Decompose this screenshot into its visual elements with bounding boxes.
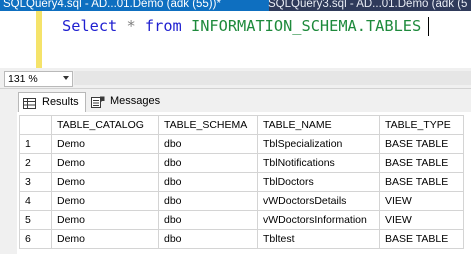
row-number[interactable]: 2 — [19, 153, 52, 173]
cell-table-schema[interactable]: dbo — [158, 229, 258, 249]
text-caret — [428, 17, 429, 36]
row-number[interactable]: 1 — [19, 134, 52, 154]
column-header-table-name[interactable]: TABLE_NAME — [257, 115, 380, 135]
cell-table-catalog[interactable]: Demo — [51, 172, 159, 192]
column-header-table-catalog[interactable]: TABLE_CATALOG — [51, 115, 159, 135]
cell-table-name[interactable]: vWDoctorsDetails — [257, 191, 380, 211]
tab-results-label: Results — [42, 96, 79, 108]
tab-messages[interactable]: Messages — [87, 92, 165, 111]
document-tab-strip: SQLQuery4.sql - AD...01.Demo (adk (55))*… — [0, 0, 471, 11]
sql-star: * — [126, 17, 136, 35]
tab-results[interactable]: Results — [18, 92, 86, 112]
tab-sqlquery3[interactable]: SQLQuery3.sql - AD...01.Demo (adk (5 — [265, 0, 471, 11]
cell-table-type[interactable]: BASE TABLE — [379, 172, 464, 192]
cell-table-catalog[interactable]: Demo — [51, 153, 159, 173]
results-grid-area: TABLE_CATALOG TABLE_SCHEMA TABLE_NAME TA… — [0, 112, 471, 254]
tab-messages-label: Messages — [110, 95, 161, 107]
sql-keyword-select: Select — [62, 17, 118, 35]
cell-table-name[interactable]: TblDoctors — [257, 172, 380, 192]
unsaved-change-bar — [36, 11, 42, 68]
table-row[interactable]: 5 Demo dbo vWDoctorsInformation VIEW — [19, 210, 464, 230]
cell-table-schema[interactable]: dbo — [158, 172, 258, 192]
row-number[interactable]: 5 — [19, 210, 52, 230]
horizontal-scrollbar[interactable] — [74, 71, 471, 85]
results-grid[interactable]: TABLE_CATALOG TABLE_SCHEMA TABLE_NAME TA… — [19, 115, 464, 249]
grid-left-margin — [0, 112, 17, 254]
cell-table-name[interactable]: TblSpecialization — [257, 134, 380, 154]
result-tabs: Results Messages — [0, 89, 471, 112]
zoom-value: 131 % — [8, 73, 38, 85]
cell-table-catalog[interactable]: Demo — [51, 210, 159, 230]
table-row[interactable]: 1 Demo dbo TblSpecialization BASE TABLE — [19, 134, 464, 154]
column-header-table-type[interactable]: TABLE_TYPE — [379, 115, 464, 135]
cell-table-schema[interactable]: dbo — [158, 134, 258, 154]
row-number[interactable]: 6 — [19, 229, 52, 249]
column-header-table-schema[interactable]: TABLE_SCHEMA — [158, 115, 258, 135]
cell-table-schema[interactable]: dbo — [158, 153, 258, 173]
cell-table-name[interactable]: TblNotifications — [257, 153, 380, 173]
sql-statement[interactable]: Select * from INFORMATION_SCHEMA.TABLES — [62, 15, 421, 37]
cell-table-type[interactable]: BASE TABLE — [379, 229, 464, 249]
cell-table-schema[interactable]: dbo — [158, 210, 258, 230]
cell-table-catalog[interactable]: Demo — [51, 134, 159, 154]
table-row[interactable]: 6 Demo dbo Tbltest BASE TABLE — [19, 229, 464, 249]
tab-sqlquery4[interactable]: SQLQuery4.sql - AD...01.Demo (adk (55))* — [0, 0, 269, 11]
cell-table-name[interactable]: vWDoctorsInformation — [257, 210, 380, 230]
cell-table-type[interactable]: VIEW — [379, 191, 464, 211]
cell-table-catalog[interactable]: Demo — [51, 229, 159, 249]
row-number[interactable]: 3 — [19, 172, 52, 192]
grid-header-row: TABLE_CATALOG TABLE_SCHEMA TABLE_NAME TA… — [19, 115, 464, 135]
sql-keyword-from: from — [144, 17, 182, 35]
row-number[interactable]: 4 — [19, 191, 52, 211]
cell-table-catalog[interactable]: Demo — [51, 191, 159, 211]
grid-corner-cell[interactable] — [19, 115, 52, 135]
zoom-select[interactable]: 131 % — [4, 71, 73, 87]
cell-table-type[interactable]: BASE TABLE — [379, 134, 464, 154]
table-row[interactable]: 3 Demo dbo TblDoctors BASE TABLE — [19, 172, 464, 192]
cell-table-type[interactable]: BASE TABLE — [379, 153, 464, 173]
editor-zoom-bar: 131 % — [0, 68, 471, 89]
cell-table-schema[interactable]: dbo — [158, 191, 258, 211]
editor-gutter — [0, 11, 36, 68]
query-editor[interactable]: Select * from INFORMATION_SCHEMA.TABLES — [0, 11, 471, 69]
table-row[interactable]: 2 Demo dbo TblNotifications BASE TABLE — [19, 153, 464, 173]
sql-object-name: INFORMATION_SCHEMA.TABLES — [190, 17, 422, 35]
cell-table-name[interactable]: Tbltest — [257, 229, 380, 249]
cell-table-type[interactable]: VIEW — [379, 210, 464, 230]
table-row[interactable]: 4 Demo dbo vWDoctorsDetails VIEW — [19, 191, 464, 211]
chevron-down-icon[interactable] — [63, 76, 69, 80]
